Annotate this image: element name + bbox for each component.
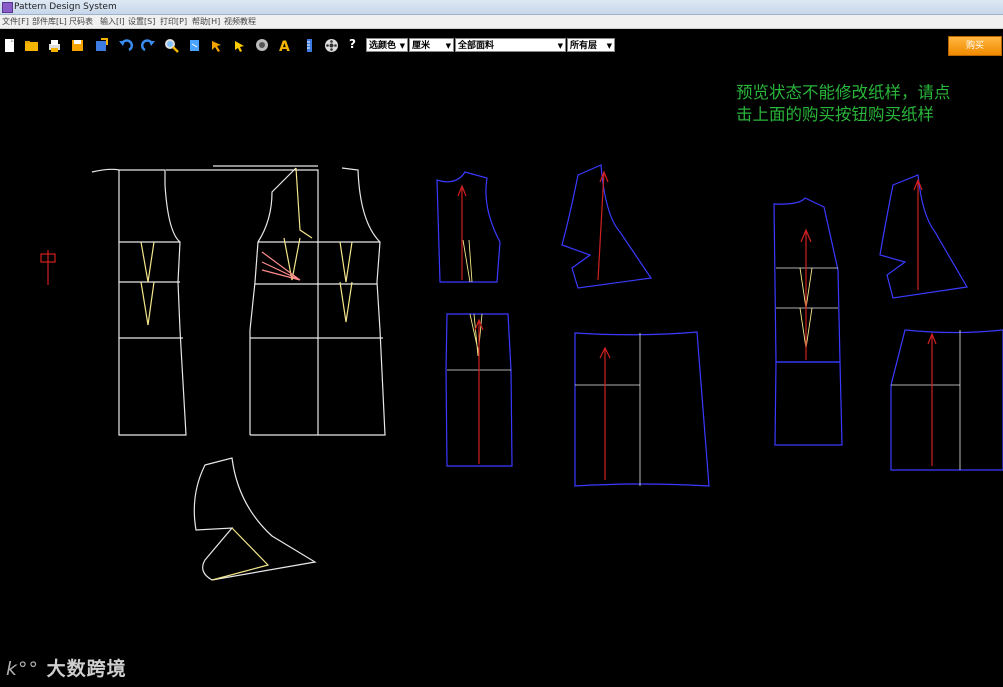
chevron-down-icon: ▼ [557,42,563,50]
watermark-text: 大数跨境 [46,658,127,680]
title-bar: Pattern Design System [0,0,1003,15]
front-bodice-draft [91,168,319,436]
help-icon[interactable]: ? [349,37,356,51]
text-icon[interactable]: A [277,38,292,53]
svg-text:A: A [279,39,290,53]
print-icon[interactable] [47,38,62,53]
pattern-pieces-bottom-row [445,313,1003,487]
layer-select[interactable]: 所有层 ▼ [567,38,615,52]
film-icon[interactable] [324,38,339,53]
menu-settings[interactable]: 设置[S] [128,16,155,27]
select-arrow-icon[interactable] [232,38,247,53]
grain-arrows [457,170,937,480]
undo-icon[interactable] [118,38,133,53]
menu-size-chart[interactable]: 尺码表 [69,16,93,27]
color-select-value: 选颜色 [369,41,397,51]
zoom-icon[interactable] [164,38,179,53]
save-icon[interactable] [70,38,85,53]
menu-file[interactable]: 文件[F] [2,16,29,27]
pointer-icon[interactable] [209,38,224,53]
chevron-down-icon: ▼ [606,42,612,50]
menu-bar: 文件[F] 部件库[L] 尺码表 输入[I] 设置[S] 打印[P] 帮助[H]… [0,15,1003,29]
fabric-select-value: 全部面料 [458,41,495,51]
watermark-logo: k°° [6,658,40,680]
inner-lines [447,267,961,486]
grain-marker [40,250,56,285]
layer-select-value: 所有层 [570,41,598,51]
open-folder-icon[interactable] [24,38,39,53]
menu-print[interactable]: 打印[P] [160,16,187,27]
facing-piece [193,457,317,581]
menu-parts-library[interactable]: 部件库[L] [32,16,67,27]
pattern-pieces-top-row [436,164,968,363]
rotate-icon[interactable] [187,38,202,53]
color-select[interactable]: 选颜色 ▼ [366,38,408,52]
menu-video-tutorial[interactable]: 视频教程 [224,16,256,27]
preview-notice-line-1: 预览状态不能修改纸样，请点 [736,83,951,102]
ruler-icon[interactable] [302,38,317,53]
chevron-down-icon: ▼ [399,42,405,50]
pattern-canvas[interactable] [0,61,1003,687]
export-icon[interactable] [94,38,109,53]
menu-help[interactable]: 帮助[H] [192,16,220,27]
new-file-icon[interactable] [2,38,17,53]
preview-notice: 预览状态不能修改纸样，请点 击上面的购买按钮购买纸样 [736,82,1001,126]
app-icon [2,2,13,13]
menu-input[interactable]: 输入[I] [100,16,125,27]
redo-icon[interactable] [141,38,156,53]
preview-notice-line-2: 击上面的购买按钮购买纸样 [736,105,934,124]
window-title: Pattern Design System [14,2,117,12]
chevron-down-icon: ▼ [445,42,451,50]
fabric-select[interactable]: 全部面料 ▼ [455,38,566,52]
watermark: k°° 大数跨境 [6,654,127,681]
unit-select[interactable]: 厘米 ▼ [409,38,454,52]
buy-button[interactable]: 购买 [948,36,1002,56]
back-bodice-draft [213,165,386,436]
unit-select-value: 厘米 [412,41,431,51]
measure-icon[interactable] [255,38,270,53]
